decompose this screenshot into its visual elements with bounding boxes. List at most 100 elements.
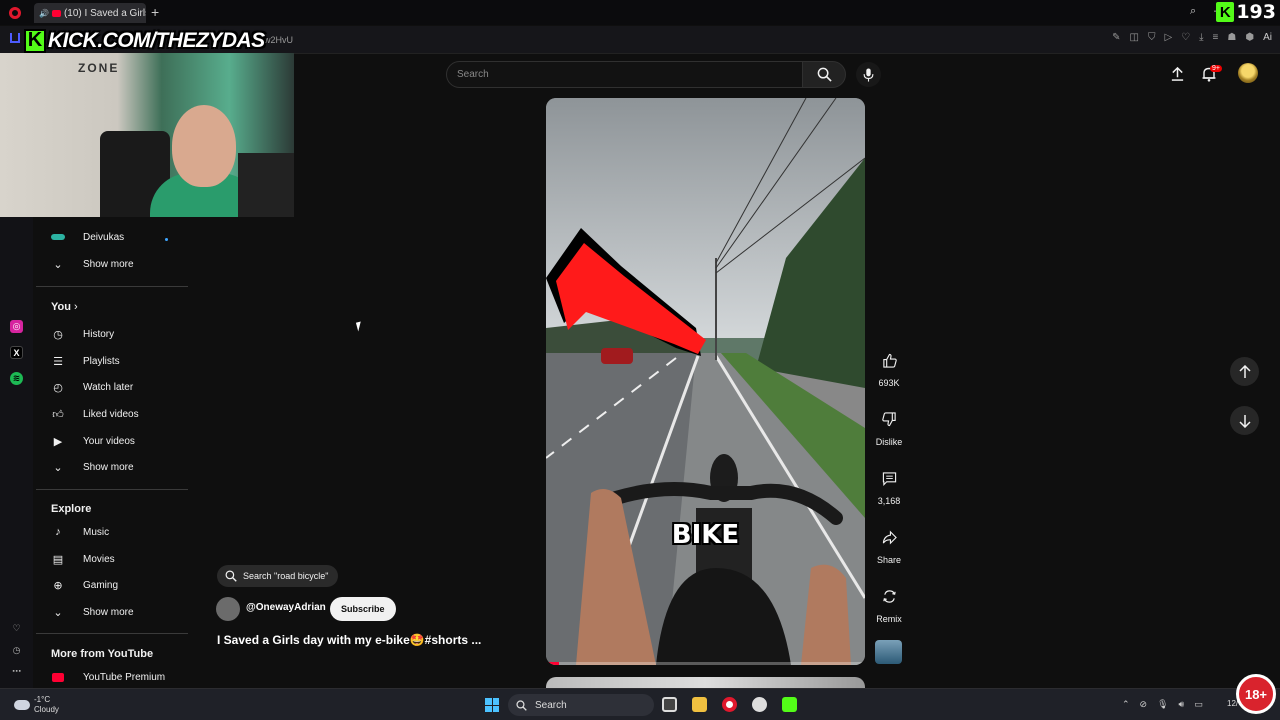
guide-item-watch-later[interactable]: ◴ Watch later xyxy=(51,379,133,395)
comment-count: 3,168 xyxy=(877,496,901,506)
show-more-you[interactable]: ⌄ Show more xyxy=(51,459,133,475)
opera-logo-icon[interactable] xyxy=(9,7,21,19)
divider xyxy=(36,489,188,490)
guide-item-playlists[interactable]: ☰ Playlists xyxy=(51,353,120,369)
spotify-icon[interactable]: ≋ xyxy=(10,372,23,385)
more-from-youtube-heading: More from YouTube xyxy=(51,648,154,660)
browser-tab[interactable]: 🔊 (10) I Saved a Girls da xyxy=(34,3,146,23)
previous-short-button[interactable] xyxy=(1230,357,1259,386)
clock-icon: ◴ xyxy=(53,381,63,394)
taskbar-search[interactable]: Search xyxy=(508,694,654,716)
like-count: 693K xyxy=(878,378,900,388)
channel-avatar-icon xyxy=(51,230,65,244)
obs-icon[interactable] xyxy=(752,697,767,712)
heart-icon[interactable]: ♡ xyxy=(1181,32,1190,43)
share-button[interactable]: Share xyxy=(870,524,908,565)
dislike-label: Dislike xyxy=(875,437,903,447)
opera-taskbar-icon[interactable] xyxy=(722,697,737,712)
profile-icon[interactable]: ☗ xyxy=(1227,32,1236,43)
comments-button[interactable]: 3,168 xyxy=(870,465,908,506)
browser-tab-strip: 🔊 (10) I Saved a Girls da + ⌕ — K 193 xyxy=(0,0,1280,25)
instagram-icon[interactable]: ◎ xyxy=(10,320,23,333)
chevron-up-icon[interactable]: ⌃ xyxy=(1122,699,1130,710)
like-button[interactable]: 693K xyxy=(870,347,908,388)
youtube-guide: Deivukas ⌄ Show more You › ◷ History ☰ P… xyxy=(36,217,196,688)
arrow-up-icon xyxy=(1238,364,1251,378)
share-label: Share xyxy=(876,555,902,565)
tab-title: (10) I Saved a Girls da xyxy=(63,7,146,19)
next-short-button[interactable] xyxy=(1230,406,1259,435)
video-progress-bar[interactable] xyxy=(546,662,865,665)
guide-item-youtube-premium[interactable]: YouTube Premium xyxy=(51,669,165,685)
search-button[interactable] xyxy=(802,61,846,88)
channel-name[interactable]: @OnewayAdrian xyxy=(246,602,326,613)
display-icon[interactable]: ▭ xyxy=(1194,699,1203,710)
more-sidebar-icon[interactable]: ⋯ xyxy=(10,665,23,678)
mouse-cursor xyxy=(355,321,364,332)
notification-count-badge: 9+ xyxy=(1210,65,1222,72)
guide-item-liked-videos[interactable]: 👍︎ Liked videos xyxy=(51,406,138,422)
play-icon[interactable]: ▷ xyxy=(1164,32,1172,43)
arrow-down-icon xyxy=(1238,414,1251,428)
show-more-subscriptions[interactable]: ⌄ Show more xyxy=(51,256,133,272)
guide-item-your-videos[interactable]: ▶ Your videos xyxy=(51,433,135,449)
video-title[interactable]: I Saved a Girls day with my e-bike🤩#shor… xyxy=(217,633,481,647)
dislike-button[interactable]: Dislike xyxy=(870,406,908,447)
youtube-premium-icon xyxy=(51,670,65,684)
shield-icon[interactable]: ⛉ xyxy=(1148,32,1156,43)
windows-start-icon[interactable] xyxy=(485,698,499,712)
search-tabs-icon[interactable]: ⌕ xyxy=(1190,5,1196,18)
subscription-item-deivukas[interactable]: Deivukas xyxy=(51,229,124,245)
chevron-down-icon: ⌄ xyxy=(53,461,63,474)
heart-sidebar-icon[interactable]: ♡ xyxy=(10,622,23,635)
volume-icon[interactable]: 🔊︎ xyxy=(1179,699,1185,710)
task-view-icon[interactable] xyxy=(662,697,677,712)
share-icon xyxy=(876,524,902,550)
audio-source-thumbnail[interactable] xyxy=(875,640,902,664)
speaker-icon[interactable]: 🔊 xyxy=(39,9,49,18)
chevron-right-icon: › xyxy=(74,301,78,313)
chevron-down-icon: ⌄ xyxy=(53,606,63,619)
weather-widget[interactable]: -1°C Cloudy xyxy=(14,695,59,715)
video-caption: BIKE xyxy=(671,520,740,550)
search-input[interactable]: Search xyxy=(446,61,803,88)
thumbs-up-icon xyxy=(876,347,902,373)
cube-icon[interactable]: ⬢ xyxy=(1245,32,1254,43)
progress-fill xyxy=(546,662,559,665)
film-icon: ▤ xyxy=(52,553,64,566)
file-explorer-icon[interactable] xyxy=(692,697,707,712)
search-icon xyxy=(817,67,832,82)
remix-button[interactable]: Remix xyxy=(870,583,908,624)
home-icon[interactable] xyxy=(10,33,20,43)
menu-icon[interactable]: ≡ xyxy=(1213,32,1219,43)
guide-item-movies[interactable]: ▤ Movies xyxy=(51,551,115,567)
new-content-dot xyxy=(165,238,168,241)
short-video-player[interactable]: BIKE xyxy=(546,98,865,665)
show-more-explore[interactable]: ⌄ Show more xyxy=(51,604,133,620)
channel-avatar[interactable] xyxy=(216,597,240,621)
kick-app-icon[interactable] xyxy=(782,697,797,712)
voice-search-button[interactable] xyxy=(856,62,881,87)
microphone-icon[interactable]: 🎙︎ xyxy=(1157,699,1168,710)
guide-item-history[interactable]: ◷ History xyxy=(51,326,114,342)
temperature: -1°C xyxy=(34,695,51,704)
history-icon: ◷ xyxy=(53,328,63,341)
account-avatar[interactable] xyxy=(1238,63,1258,83)
new-tab-button[interactable]: + xyxy=(151,4,159,20)
related-search-chip[interactable]: Search "road bicycle" xyxy=(217,565,339,587)
guide-item-gaming[interactable]: ⊕ Gaming xyxy=(51,577,118,593)
ai-button[interactable]: Ai xyxy=(1263,32,1272,43)
upload-button[interactable] xyxy=(1170,66,1185,81)
edit-icon[interactable]: ✎ xyxy=(1112,32,1120,43)
chevron-down-icon: ⌄ xyxy=(53,258,63,271)
kick-channel-banner: K KICK.COM/THEZYDAS xyxy=(24,27,265,54)
you-section-heading[interactable]: You › xyxy=(51,301,78,313)
guide-item-music[interactable]: ♪ Music xyxy=(51,524,109,540)
download-icon[interactable]: ⤓ xyxy=(1199,32,1203,43)
x-twitter-icon[interactable]: X xyxy=(10,346,23,359)
history-sidebar-icon[interactable]: ◷ xyxy=(10,644,23,657)
kick-logo-icon: K xyxy=(1216,2,1235,22)
network-icon[interactable]: ⊘ xyxy=(1140,699,1148,710)
subscribe-button[interactable]: Subscribe xyxy=(330,597,396,621)
camera-icon[interactable]: ◫ xyxy=(1130,32,1139,43)
